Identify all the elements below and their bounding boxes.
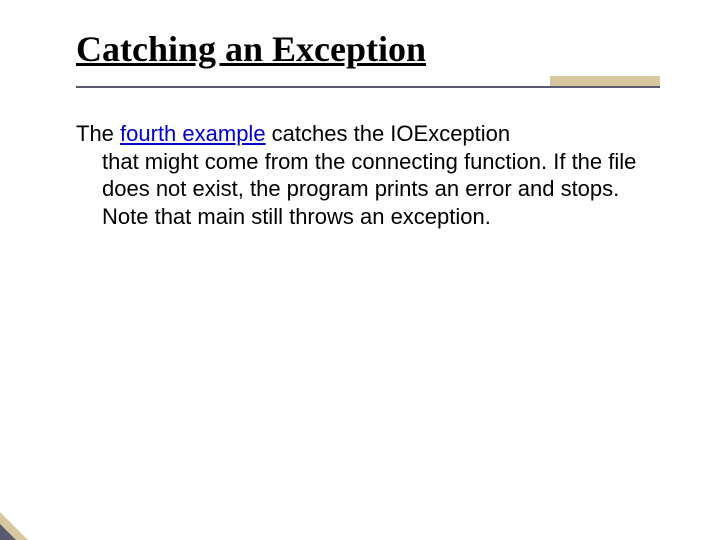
fourth-example-link[interactable]: fourth example <box>120 121 266 146</box>
title-underline <box>76 86 660 88</box>
slide: Catching an Exception The fourth example… <box>0 0 720 540</box>
slide-title: Catching an Exception <box>76 28 660 70</box>
corner-accent <box>0 510 30 540</box>
body-prefix: The <box>76 121 120 146</box>
corner-accent-inner <box>0 524 16 540</box>
title-accent-bar <box>550 76 660 86</box>
body-paragraph: The fourth example catches the IOExcepti… <box>76 120 660 230</box>
body-after-link: catches the IOException <box>266 121 511 146</box>
body-rest: that might come from the connecting func… <box>76 148 660 231</box>
